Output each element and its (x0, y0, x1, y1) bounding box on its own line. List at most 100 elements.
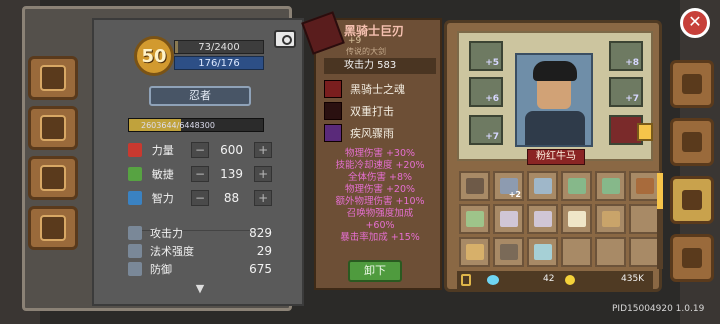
plus-button[interactable]: + (254, 190, 272, 206)
camera-icon[interactable] (274, 30, 296, 48)
level-badge: 50 (134, 36, 174, 76)
weapon-detail-panel: 黑骑士巨刃 +9 传说的大剑 攻击力 583 黑骑士之魂 双重打击 疾风骤雨 物… (301, 11, 444, 290)
inventory-cell[interactable] (493, 204, 524, 234)
slot-enhance: +8 (625, 58, 639, 68)
book-icon (40, 65, 66, 91)
boots-slot[interactable]: +7 (609, 77, 643, 107)
slot-enhance: +7 (485, 132, 499, 142)
lock-icon[interactable] (461, 274, 471, 286)
inventory-cell[interactable] (527, 237, 558, 267)
pawprint-icon (40, 165, 66, 191)
slot-enhance: +6 (485, 94, 499, 104)
armor-slot[interactable]: +7 (469, 115, 503, 145)
steering-wheel-icon (40, 215, 66, 241)
gold-progress-bar: 2603644/6448300 (128, 118, 264, 132)
weapon-enhance: +9 (348, 36, 362, 46)
attr-label: 智力 (151, 192, 174, 205)
combat-row-defense: 防御 675 (128, 260, 272, 278)
skills-tab[interactable] (670, 176, 714, 224)
minus-button[interactable]: − (191, 166, 209, 182)
inventory-cell[interactable] (629, 204, 660, 234)
effect-line: 召唤物强度加成 (346, 208, 414, 219)
combat-label: 防御 (150, 263, 172, 276)
minus-button[interactable]: − (191, 190, 209, 206)
gem-icon (487, 275, 499, 285)
attr-value: 88 (223, 191, 240, 205)
skill-row[interactable]: 双重打击 (324, 102, 436, 120)
skill-name: 双重打击 (350, 105, 394, 118)
forge-tab[interactable] (670, 118, 714, 166)
whirlwind-icon (324, 124, 342, 142)
inventory-cell[interactable] (493, 237, 524, 267)
book-tab[interactable] (28, 56, 78, 100)
settings-tab[interactable] (670, 234, 714, 282)
inventory-cell[interactable] (459, 171, 490, 201)
helmet-slot[interactable]: +5 (469, 41, 503, 71)
inventory-cell[interactable] (629, 237, 660, 267)
inventory-cell[interactable]: +2 (493, 171, 524, 201)
chest-icon (40, 115, 66, 141)
hammer-icon (682, 132, 702, 152)
combat-value: 675 (249, 262, 272, 276)
chevron-down-icon[interactable]: ▼ (186, 282, 214, 296)
stats-panel: 50 73/2400 176/176 忍者 2603644/6448300 力量… (92, 18, 304, 306)
arrow-tab[interactable] (637, 123, 653, 141)
slot-enhance: +7 (625, 94, 639, 104)
slot-enhance: +5 (485, 58, 499, 68)
inventory-cell[interactable] (527, 204, 558, 234)
helmet-icon (682, 74, 702, 94)
amulet-slot[interactable]: +6 (469, 77, 503, 107)
chest-tab[interactable] (28, 106, 78, 150)
left-tab-bar (28, 56, 78, 256)
character-portrait (515, 53, 593, 147)
agility-icon (128, 167, 142, 181)
greatsword-icon (301, 11, 345, 55)
skill-name: 黑骑士之魂 (350, 83, 405, 96)
double-strike-icon (324, 102, 342, 120)
inventory-cell[interactable] (561, 237, 592, 267)
unequip-button[interactable]: 卸下 (348, 260, 402, 282)
class-button[interactable]: 忍者 (149, 86, 251, 106)
hp-bar: 176/176 (174, 56, 264, 70)
inventory-cell[interactable] (459, 237, 490, 267)
inventory-cell[interactable] (459, 204, 490, 234)
plus-button[interactable]: + (254, 142, 272, 158)
attr-value: 600 (220, 143, 244, 157)
attr-value: 139 (220, 167, 244, 181)
effect-line: 技能冷却速度 +20% (335, 160, 425, 171)
weapon-effects: 物理伤害 +30% 技能冷却速度 +20% 全体伤害 +8% 物理伤害 +20%… (316, 148, 444, 244)
plus-button[interactable]: + (254, 166, 272, 182)
gear-icon (682, 248, 702, 268)
weapon-subtitle: 传说的大剑 (346, 47, 386, 56)
inventory-scrollbar[interactable] (657, 173, 663, 269)
combat-label: 攻击力 (150, 227, 183, 240)
minus-button[interactable]: − (191, 142, 209, 158)
resource-bar: 42 435K (457, 271, 653, 289)
attr-row-agility: 敏捷 − 139 + (128, 164, 272, 184)
ring-slot[interactable]: +8 (609, 41, 643, 71)
hp-text: 176/176 (198, 58, 240, 69)
skill-row[interactable]: 黑骑士之魂 (324, 80, 436, 98)
effect-line: +60% (365, 220, 395, 231)
inventory-cell[interactable] (595, 171, 626, 201)
inventory-cell[interactable] (561, 171, 592, 201)
weapon-attack: 攻击力 583 (324, 58, 436, 74)
inventory-cell[interactable] (527, 171, 558, 201)
exp-bar: 73/2400 (174, 40, 264, 54)
inventory-frame: +5 +6 +7 +8 +7 粉红牛马 +2 42 435K (444, 20, 663, 292)
attr-row-strength: 力量 − 600 + (128, 140, 272, 160)
wheel-tab[interactable] (28, 206, 78, 250)
skill-row[interactable]: 疾风骤雨 (324, 124, 436, 142)
close-button[interactable]: ✕ (680, 8, 710, 38)
pet-tab[interactable] (28, 156, 78, 200)
combat-row-attack: 攻击力 829 (128, 224, 272, 242)
combat-row-spell: 法术强度 29 (128, 242, 272, 260)
inventory-cell[interactable] (595, 204, 626, 234)
inventory-cell[interactable] (595, 237, 626, 267)
helmet-tab[interactable] (670, 60, 714, 108)
inventory-cell[interactable] (629, 171, 660, 201)
effect-line: 物理伤害 +30% (344, 148, 416, 159)
attr-row-intelligence: 智力 − 88 + (128, 188, 272, 208)
inventory-cell[interactable] (561, 204, 592, 234)
coin-count: 435K (621, 274, 645, 284)
